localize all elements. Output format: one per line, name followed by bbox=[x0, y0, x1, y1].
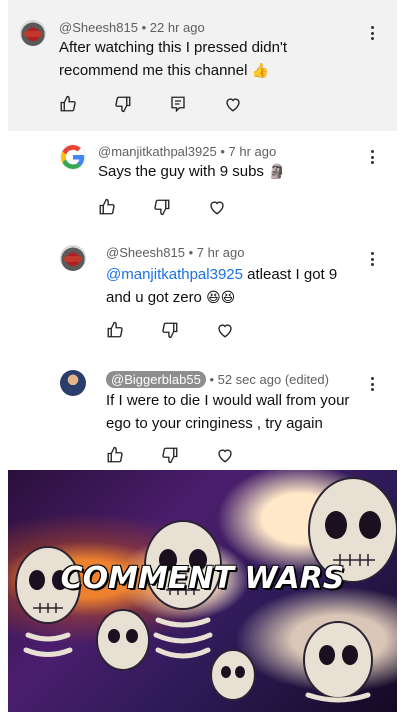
thumbs-down-icon[interactable] bbox=[114, 95, 132, 113]
comment-actions bbox=[59, 95, 279, 113]
thumbs-up-icon[interactable] bbox=[59, 95, 77, 113]
author-name[interactable]: @manjitkathpal3925 bbox=[98, 144, 217, 159]
comment-meta: @manjitkathpal3925 • 7 hr ago bbox=[98, 144, 277, 159]
timestamp: 7 hr ago bbox=[228, 144, 277, 159]
avatar[interactable] bbox=[60, 245, 86, 271]
comment-meta: @Sheesh815 • 7 hr ago bbox=[106, 245, 245, 260]
heart-icon[interactable] bbox=[216, 321, 234, 339]
thumbs-up-icon[interactable] bbox=[106, 321, 124, 339]
heart-icon[interactable] bbox=[208, 198, 226, 216]
emoji: 😆😆 bbox=[206, 290, 236, 306]
comment-text: Says the guy with 9 subs 🗿 bbox=[98, 163, 286, 180]
more-vert-icon[interactable] bbox=[367, 148, 377, 166]
thumbs-up-icon[interactable] bbox=[98, 198, 116, 216]
comment-meta: @Biggerblab55 • 52 sec ago (edited) bbox=[106, 371, 329, 388]
avatar[interactable] bbox=[20, 20, 46, 46]
comment-text: @manjitkathpal3925 atleast I got 9 and u… bbox=[106, 266, 338, 306]
author-name[interactable]: @Biggerblab55 bbox=[106, 371, 206, 388]
meme-caption: COMMENT WARS bbox=[60, 561, 345, 596]
thumbs-down-icon[interactable] bbox=[153, 198, 171, 216]
comment-text: If I were to die I would wall from your … bbox=[106, 392, 350, 432]
google-logo-icon bbox=[61, 145, 85, 169]
reply-icon[interactable] bbox=[169, 95, 187, 113]
replies-list: @manjitkathpal3925 • 7 hr ago Says the g… bbox=[8, 131, 397, 463]
more-vert-icon[interactable] bbox=[367, 24, 377, 42]
timestamp: 52 sec ago (edited) bbox=[217, 372, 329, 387]
emoji: 👍 bbox=[251, 63, 270, 79]
comment-actions bbox=[106, 321, 271, 339]
avatar[interactable] bbox=[60, 370, 86, 396]
heart-icon[interactable] bbox=[224, 95, 242, 113]
comment-thread-top: @Sheesh815 • 22 hr ago After watching th… bbox=[8, 0, 397, 131]
author-name[interactable]: @Sheesh815 bbox=[106, 245, 185, 260]
more-vert-icon[interactable] bbox=[367, 375, 377, 393]
author-name[interactable]: @Sheesh815 bbox=[59, 20, 138, 35]
timestamp: 22 hr ago bbox=[149, 20, 205, 35]
avatar[interactable] bbox=[60, 144, 86, 170]
meme-image: COMMENT WARS bbox=[8, 470, 397, 712]
comment-text: After watching this I pressed didn't rec… bbox=[59, 39, 287, 79]
emoji: 🗿 bbox=[268, 164, 286, 180]
thumbs-up-icon[interactable] bbox=[106, 446, 124, 463]
thumbs-down-icon[interactable] bbox=[161, 321, 179, 339]
comment-actions bbox=[98, 198, 263, 216]
timestamp: 7 hr ago bbox=[196, 245, 245, 260]
heart-icon[interactable] bbox=[216, 446, 234, 463]
more-vert-icon[interactable] bbox=[367, 250, 377, 268]
comment-meta: @Sheesh815 • 22 hr ago bbox=[59, 20, 205, 35]
mention-link[interactable]: @manjitkathpal3925 bbox=[106, 266, 243, 283]
thumbs-down-icon[interactable] bbox=[161, 446, 179, 463]
comment-actions bbox=[106, 446, 271, 463]
